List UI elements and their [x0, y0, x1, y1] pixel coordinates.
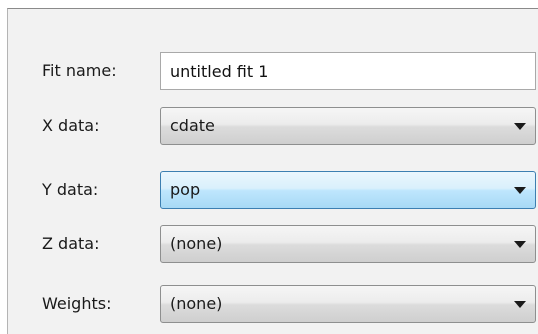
fit-settings-panel: Fit name: X data: cdate Y data: pop Z da… — [7, 8, 538, 334]
chevron-down-icon — [514, 301, 526, 308]
fit-name-label: Fit name: — [42, 61, 117, 80]
y-data-row: Y data: pop — [8, 171, 538, 209]
z-data-dropdown[interactable]: (none) — [160, 225, 536, 263]
z-data-label: Z data: — [42, 234, 100, 253]
weights-label: Weights: — [42, 294, 112, 313]
weights-row: Weights: (none) — [8, 285, 538, 323]
y-data-dropdown[interactable]: pop — [160, 171, 536, 209]
weights-selected-value: (none) — [170, 294, 223, 313]
y-data-selected-value: pop — [170, 180, 201, 199]
chevron-down-icon — [514, 241, 526, 248]
chevron-down-icon — [514, 123, 526, 130]
x-data-dropdown[interactable]: cdate — [160, 107, 536, 145]
fit-name-input[interactable] — [160, 52, 536, 90]
weights-dropdown[interactable]: (none) — [160, 285, 536, 323]
z-data-selected-value: (none) — [170, 234, 223, 253]
x-data-row: X data: cdate — [8, 107, 538, 145]
chevron-down-icon — [514, 187, 526, 194]
x-data-selected-value: cdate — [170, 116, 215, 135]
z-data-row: Z data: (none) — [8, 225, 538, 263]
fit-name-row: Fit name: — [8, 52, 538, 90]
x-data-label: X data: — [42, 116, 100, 135]
y-data-label: Y data: — [42, 180, 99, 199]
